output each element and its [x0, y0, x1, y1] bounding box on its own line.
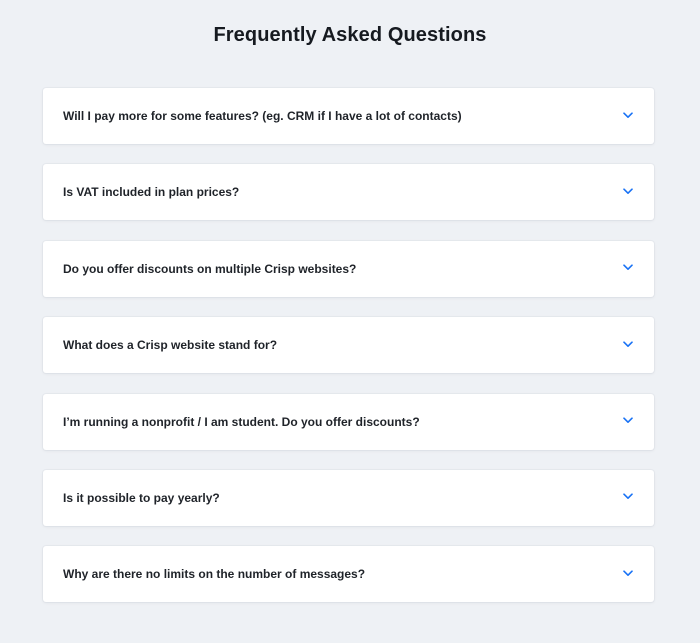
chevron-down-icon[interactable]	[622, 567, 634, 579]
faq-question: Is VAT included in plan prices?	[63, 185, 240, 200]
chevron-down-icon[interactable]	[622, 415, 634, 427]
faq-question: Will I pay more for some features? (eg. …	[63, 109, 462, 123]
faq-question: Do you offer discounts on multiple Crisp…	[63, 261, 357, 276]
faq-question: Is it possible to pay yearly?	[63, 490, 220, 505]
chevron-down-icon[interactable]	[622, 338, 634, 350]
faq-question: Why are there no limits on the number of…	[63, 567, 366, 582]
chevron-down-icon[interactable]	[622, 262, 634, 274]
faq-item-crisp-website-meaning[interactable]: What does a Crisp website stand for?	[43, 317, 654, 374]
faq-question: I’m running a nonprofit / I am student. …	[63, 414, 420, 429]
faq-item-pay-yearly[interactable]: Is it possible to pay yearly?	[43, 469, 654, 526]
chevron-down-icon[interactable]	[622, 109, 634, 121]
faq-item-pay-more-features[interactable]: Will I pay more for some features? (eg. …	[43, 88, 654, 144]
faq-page: Frequently Asked Questions Will I pay mo…	[0, 0, 700, 643]
faq-item-nonprofit-student-discounts[interactable]: I’m running a nonprofit / I am student. …	[43, 393, 654, 450]
faq-item-no-message-limits[interactable]: Why are there no limits on the number of…	[43, 546, 654, 603]
page-title: Frequently Asked Questions	[213, 24, 487, 46]
faq-question: What does a Crisp website stand for?	[63, 338, 278, 353]
chevron-down-icon[interactable]	[622, 185, 634, 197]
faq-item-multiple-website-discounts[interactable]: Do you offer discounts on multiple Crisp…	[43, 240, 654, 297]
faq-list: Will I pay more for some features? (eg. …	[43, 88, 654, 603]
chevron-down-icon[interactable]	[622, 491, 634, 503]
faq-item-vat-included[interactable]: Is VAT included in plan prices?	[43, 164, 654, 221]
